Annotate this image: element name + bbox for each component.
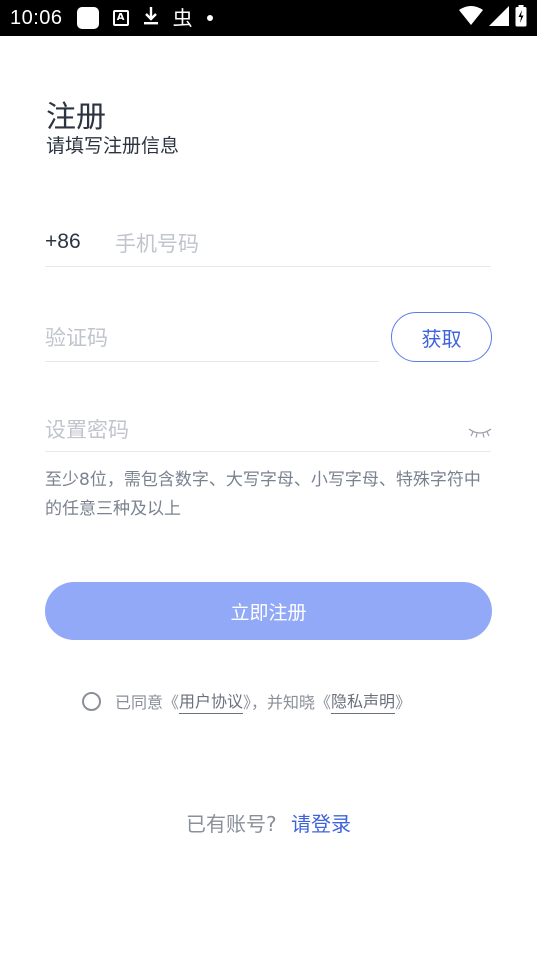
- agreement-row: 已同意《 用户协议 》，并知晓《 隐私声明 》: [82, 687, 411, 715]
- privacy-link[interactable]: 隐私声明: [331, 688, 396, 714]
- dot-icon: [206, 15, 213, 21]
- bug-icon: 虫: [172, 6, 193, 30]
- password-hint: 至少8位，需包含数字、大写字母、小写字母、特殊字符中的任意三种及以上: [45, 470, 481, 519]
- status-time: 10:06: [10, 6, 63, 29]
- agreement-suffix: 》: [395, 693, 412, 712]
- login-row: 已有账号? 请登录: [0, 808, 537, 837]
- password-input[interactable]: 设置密码: [45, 414, 129, 444]
- user-agreement-link[interactable]: 用户协议: [179, 688, 244, 714]
- signal-icon: [489, 6, 509, 30]
- a-letter-icon: A: [112, 10, 129, 26]
- password-field[interactable]: 设置密码: [45, 406, 492, 452]
- agree-radio[interactable]: [82, 691, 101, 711]
- status-bar: 10:06 A 虫: [0, 0, 537, 36]
- agreement-prefix: 已同意《: [115, 693, 180, 712]
- get-code-button[interactable]: 获取: [391, 312, 492, 362]
- page-subtitle: 请填写注册信息: [46, 135, 180, 157]
- agreement-middle: 》，并知晓《: [243, 693, 332, 712]
- page-title: 注册: [46, 100, 106, 135]
- country-code[interactable]: +86: [45, 230, 81, 254]
- login-link[interactable]: 请登录: [291, 812, 351, 836]
- phone-field[interactable]: +86 手机号码: [45, 222, 491, 267]
- login-prompt: 已有账号?: [186, 812, 277, 836]
- verification-code-input[interactable]: 验证码: [45, 322, 108, 352]
- register-button[interactable]: 立即注册: [45, 582, 492, 640]
- phone-input[interactable]: 手机号码: [115, 228, 199, 258]
- download-icon: [143, 6, 159, 30]
- eye-closed-icon[interactable]: [468, 424, 492, 438]
- battery-icon: [515, 5, 527, 31]
- verification-code-field[interactable]: 验证码: [45, 314, 379, 362]
- notification-square-icon: [76, 7, 99, 29]
- wifi-icon: [459, 6, 483, 30]
